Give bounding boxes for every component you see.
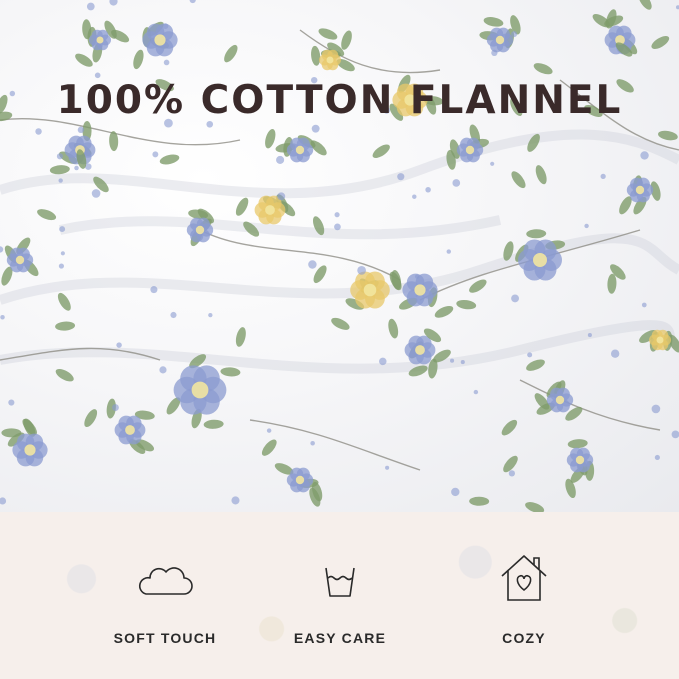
feature-label: SOFT TOUCH — [113, 630, 217, 646]
feature-easy-care: EASY CARE — [240, 512, 440, 679]
feature-cozy: COZY — [424, 512, 624, 679]
fabric-photo: 100% COTTON FLANNEL — [0, 0, 679, 512]
cloud-icon — [138, 567, 193, 595]
feature-band: SOFT TOUCH EASY CARE COZY — [0, 512, 679, 679]
feature-label: COZY — [502, 630, 546, 646]
feature-label: EASY CARE — [293, 630, 387, 646]
feature-soft-touch: SOFT TOUCH — [65, 512, 265, 679]
floral-fabric-pattern — [0, 0, 679, 512]
page-title: 100% COTTON FLANNEL — [56, 78, 623, 123]
house-heart-icon — [501, 555, 547, 601]
wash-basin-icon — [325, 567, 355, 597]
